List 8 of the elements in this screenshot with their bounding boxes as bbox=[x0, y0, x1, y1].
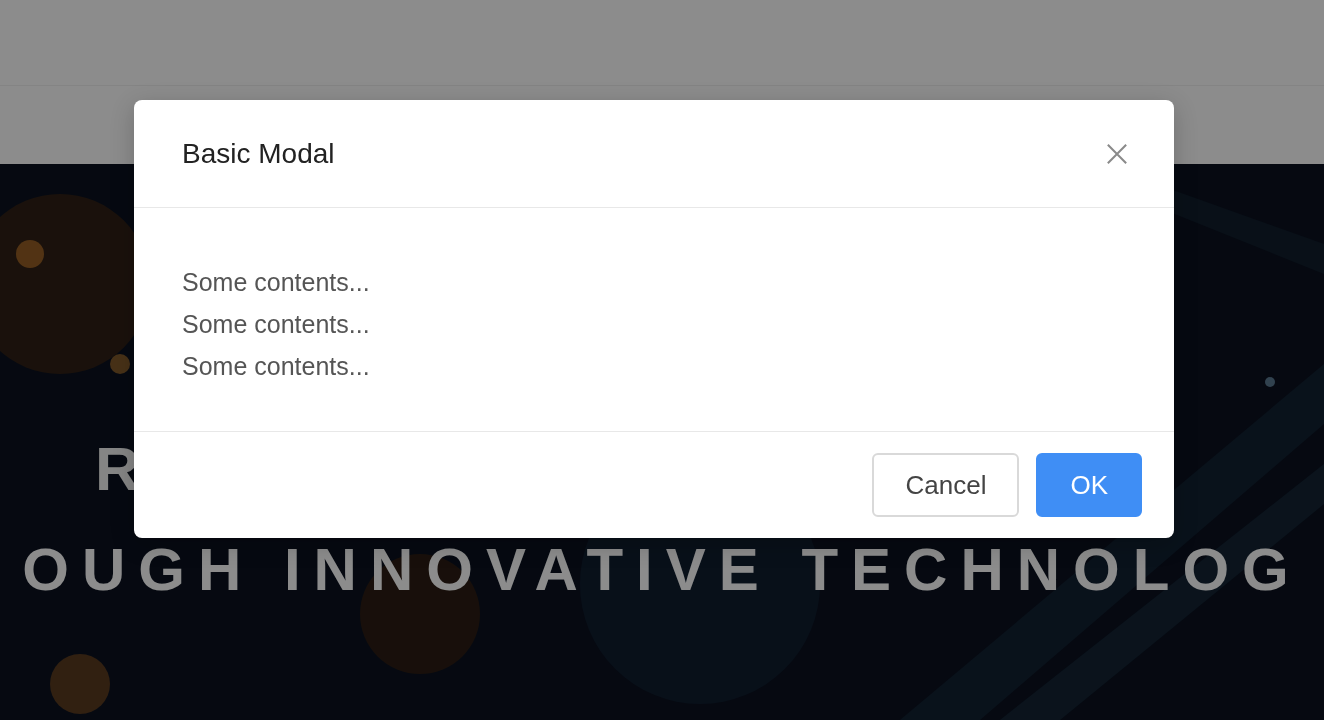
cancel-button[interactable]: Cancel bbox=[872, 453, 1020, 517]
modal-title: Basic Modal bbox=[182, 137, 335, 170]
modal-text: Some contents... bbox=[182, 351, 371, 382]
close-icon[interactable] bbox=[1106, 142, 1128, 165]
hero-heading: OUGH INNOVATIVE TECHNOLOG bbox=[21, 540, 1303, 600]
modal-text: Some contents... bbox=[182, 309, 371, 340]
modal-text: Some contents... bbox=[182, 267, 371, 298]
hero-heading: R bbox=[94, 434, 141, 504]
